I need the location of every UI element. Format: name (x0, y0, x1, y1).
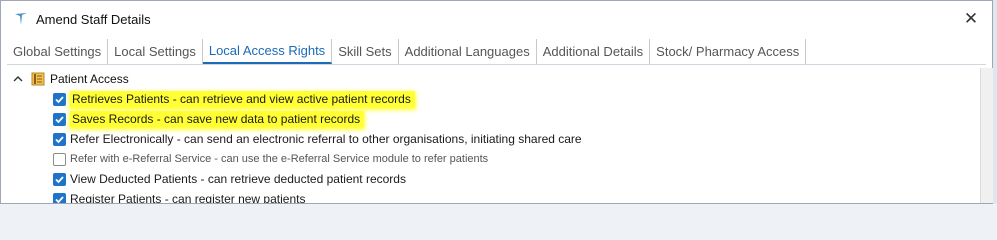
checkmark-icon (55, 115, 64, 123)
tab-skill-sets[interactable]: Skill Sets (332, 39, 399, 64)
tab-local-access-rights[interactable]: Local Access Rights (202, 39, 333, 64)
checkmark-icon (55, 175, 64, 183)
tab-local-settings[interactable]: Local Settings (108, 39, 203, 64)
close-button[interactable]: ✕ (960, 9, 982, 29)
list-item[interactable]: Saves Records - can save new data to pat… (53, 110, 365, 128)
list-item[interactable]: Refer with e-Referral Service - can use … (53, 150, 488, 168)
list-item[interactable]: View Deducted Patients - can retrieve de… (53, 170, 406, 188)
item-label: Saves Records - can save new data to pat… (70, 111, 365, 127)
item-label: Retrieves Patients - can retrieve and vi… (70, 91, 415, 107)
collapse-chevron-icon[interactable] (11, 72, 25, 86)
checkmark-icon (55, 135, 64, 143)
access-rights-tree: Patient Access Retrieves Patients - can … (7, 68, 979, 203)
checkmark-icon (55, 95, 64, 103)
tab-global-settings[interactable]: Global Settings (7, 39, 109, 64)
checkbox-register-patients[interactable] (53, 192, 66, 203)
item-label: Refer Electronically - can send an elect… (70, 132, 582, 146)
checkbox-retrieves-patients[interactable] (53, 92, 66, 106)
list-item[interactable]: Refer Electronically - can send an elect… (53, 130, 582, 148)
checkbox-refer-electronically[interactable] (53, 132, 66, 146)
tree-group-patient-access[interactable]: Patient Access (7, 70, 129, 88)
checkbox-refer-e-referral[interactable] (53, 152, 66, 166)
item-label: Refer with e-Referral Service - can use … (70, 153, 489, 165)
background-window-edge (993, 0, 997, 204)
app-logo-icon (15, 13, 27, 25)
book-icon (31, 72, 45, 86)
list-item[interactable]: Register Patients - can register new pat… (53, 190, 305, 203)
tab-bar: Global Settings Local Settings Local Acc… (7, 39, 986, 65)
window-title: Amend Staff Details (36, 12, 151, 27)
close-icon: ✕ (963, 9, 979, 28)
item-label: View Deducted Patients - can retrieve de… (70, 172, 406, 186)
list-item[interactable]: Retrieves Patients - can retrieve and vi… (53, 90, 415, 108)
tab-additional-languages[interactable]: Additional Languages (399, 39, 537, 64)
group-label: Patient Access (50, 72, 129, 86)
item-label: Register Patients - can register new pat… (70, 192, 306, 203)
checkmark-icon (55, 195, 64, 203)
tab-additional-details[interactable]: Additional Details (537, 39, 651, 64)
amend-staff-details-dialog: Amend Staff Details ✕ Global Settings Lo… (0, 0, 993, 204)
title-bar: Amend Staff Details ✕ (1, 1, 992, 37)
checkbox-saves-records[interactable] (53, 112, 66, 126)
checkbox-view-deducted-patients[interactable] (53, 172, 66, 186)
tab-stock-pharmacy-access[interactable]: Stock/ Pharmacy Access (650, 39, 807, 64)
vertical-scrollbar[interactable] (980, 68, 993, 203)
